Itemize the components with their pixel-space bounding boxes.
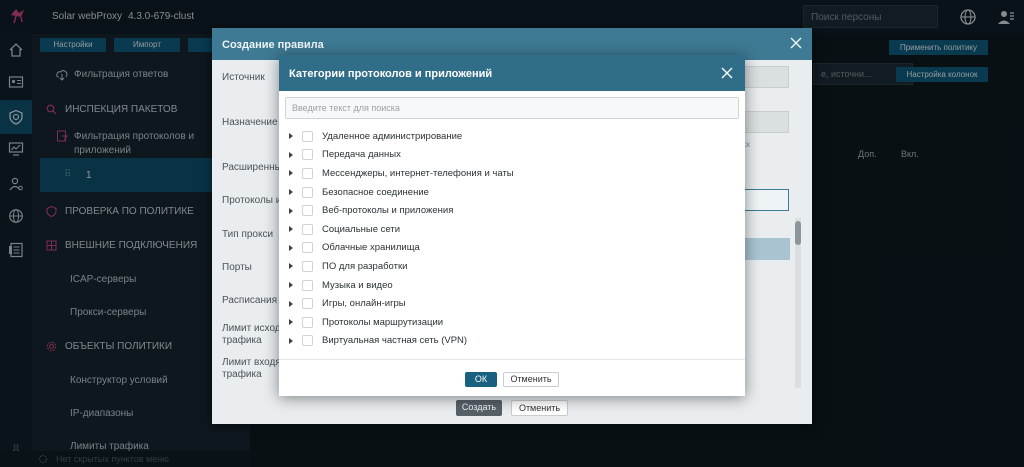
category-checkbox[interactable] [302,130,313,142]
category-label: Мессенджеры, интернет-телефония и чаты [322,167,514,179]
category-row[interactable]: Облачные хранилища [287,239,739,258]
scrollbar-thumb[interactable] [795,221,801,245]
destination-field[interactable] [742,111,789,133]
expand-caret-icon[interactable] [287,151,295,159]
category-label: Облачные хранилища [322,242,420,254]
create-button[interactable]: Создать [456,400,502,416]
category-label: Удаленное администрирование [322,130,463,142]
dialog-footer: ОК Отменить [279,359,745,396]
category-row[interactable]: ПО для разработки [287,257,739,276]
category-checkbox[interactable] [302,298,313,310]
category-checkbox[interactable] [302,260,313,272]
category-checkbox[interactable] [302,149,313,161]
category-tree: Удаленное администрирование Передача данн… [287,127,739,359]
expand-caret-icon[interactable] [287,337,295,345]
expand-caret-icon[interactable] [287,207,295,215]
category-checkbox[interactable] [302,279,313,291]
cancel-button[interactable]: Отменить [503,372,559,387]
category-label: Передача данных [322,149,401,161]
category-checkbox[interactable] [302,205,313,217]
expand-caret-icon[interactable] [287,244,295,252]
source-field[interactable] [742,66,789,88]
category-row[interactable]: Социальные сети [287,220,739,239]
category-label: Безопасное соединение [322,186,429,198]
close-icon[interactable] [721,67,733,79]
category-checkbox[interactable] [302,186,313,198]
dialog-title: Создание правила [222,39,324,51]
expand-caret-icon[interactable] [287,225,295,233]
category-label: Игры, онлайн-игры [322,298,406,310]
close-icon[interactable] [790,37,802,49]
dialog-title: Категории протоколов и приложений [289,68,493,80]
protocols-field[interactable] [742,189,789,211]
category-checkbox[interactable] [302,316,313,328]
expand-caret-icon[interactable] [287,169,295,177]
category-checkbox[interactable] [302,335,313,347]
category-label: Музыка и видео [322,279,393,291]
category-row[interactable]: Безопасное соединение [287,183,739,202]
category-label: Виртуальная частная сеть (VPN) [322,335,468,347]
category-row[interactable]: Игры, онлайн-игры [287,294,739,313]
highlighted-row [742,238,790,260]
expand-caret-icon[interactable] [287,281,295,289]
category-checkbox[interactable] [302,223,313,235]
category-row[interactable]: Музыка и видео [287,276,739,295]
expand-caret-icon[interactable] [287,262,295,270]
category-label: Социальные сети [322,223,401,235]
expand-caret-icon[interactable] [287,300,295,308]
category-label: Веб-протоколы и приложения [322,205,454,217]
dialog-scrollbar[interactable] [795,218,801,388]
ok-button[interactable]: ОК [465,372,497,387]
category-search-input[interactable] [285,97,739,119]
category-row[interactable]: Удаленное администрирование [287,127,739,146]
protocol-categories-dialog: Категории протоколов и приложений Удален… [279,55,745,396]
category-label: Протоколы маршрутизации [322,316,444,328]
category-row[interactable]: Веб-протоколы и приложения [287,201,739,220]
category-row[interactable]: Мессенджеры, интернет-телефония и чаты [287,164,739,183]
expand-caret-icon[interactable] [287,188,295,196]
expand-caret-icon[interactable] [287,318,295,326]
category-checkbox[interactable] [302,242,313,254]
category-row[interactable]: Передача данных [287,146,739,165]
expand-caret-icon[interactable] [287,132,295,140]
protocol-categories-dialog-header: Категории протоколов и приложений [279,55,745,91]
category-row[interactable]: Протоколы маршрутизации [287,313,739,332]
category-checkbox[interactable] [302,167,313,179]
category-label: ПО для разработки [322,260,408,272]
category-row[interactable]: Виртуальная частная сеть (VPN) [287,332,739,351]
cancel-rule-button[interactable]: Отменить [511,400,568,416]
